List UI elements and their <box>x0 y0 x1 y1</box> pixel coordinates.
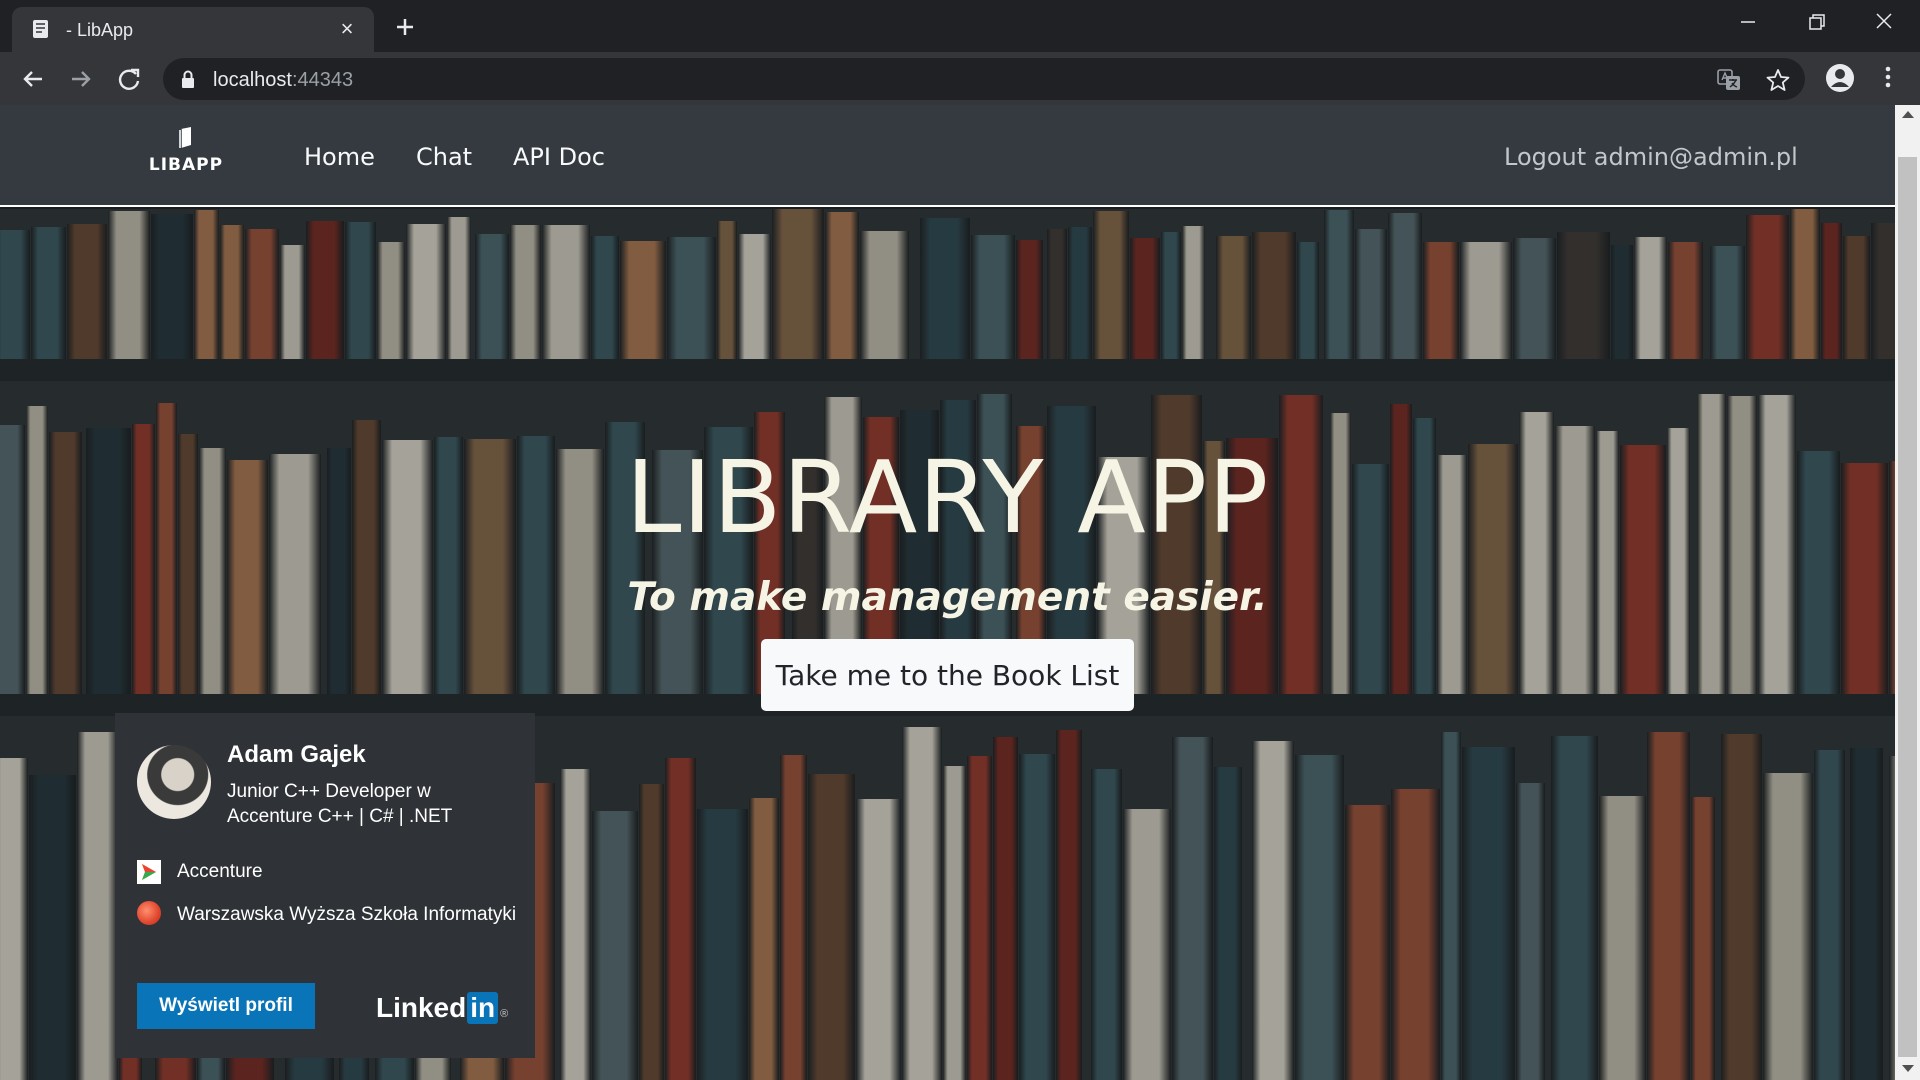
company-logo-icon <box>137 860 161 884</box>
nav-home[interactable]: Home <box>304 143 375 171</box>
book-list-button[interactable]: Take me to the Book List <box>761 639 1134 711</box>
lock-icon <box>182 70 194 88</box>
close-icon[interactable]: × <box>334 16 360 42</box>
profile-company[interactable]: Accenture <box>177 861 263 883</box>
linkedin-logo-text: Linked <box>376 992 467 1023</box>
minimize-icon[interactable] <box>1730 8 1766 36</box>
tab-title: - LibApp <box>66 20 134 40</box>
url-text: localhost:44343 <box>213 69 353 92</box>
linkedin-logo-in: in <box>467 992 499 1024</box>
page-scrollbar[interactable] <box>1895 105 1920 1080</box>
nav-chat[interactable]: Chat <box>416 143 472 171</box>
avatar[interactable] <box>137 745 211 819</box>
profile-school[interactable]: Warszawska Wyższa Szkoła Informatyki <box>137 901 517 928</box>
scroll-down-arrow-icon[interactable] <box>1902 1065 1914 1072</box>
brand-text: LIBAPP <box>148 155 224 175</box>
restore-icon[interactable] <box>1798 8 1834 36</box>
arrow-left-icon[interactable] <box>16 62 50 96</box>
book-icon <box>179 127 191 148</box>
view-profile-button[interactable]: Wyświetl profil <box>137 983 315 1029</box>
kebab-menu-icon[interactable] <box>1876 61 1900 95</box>
window-close-icon[interactable] <box>1866 8 1902 36</box>
nav-api-doc[interactable]: API Doc <box>513 143 605 171</box>
site-navbar: LIBAPP Home Chat API Doc Logout admin@ad… <box>0 105 1895 207</box>
linkedin-logo-reg: ® <box>500 1008 509 1020</box>
linkedin-profile-card: Adam Gajek Junior C++ Developer w Accent… <box>115 713 535 1058</box>
arrow-right-icon[interactable] <box>64 62 98 96</box>
linkedin-logo[interactable]: Linked in ® <box>376 992 509 1024</box>
browser-tab[interactable]: - LibApp × <box>12 7 374 52</box>
translate-icon[interactable] <box>1716 67 1742 93</box>
profile-headline: Junior C++ Developer w Accenture C++ | C… <box>227 781 453 827</box>
scroll-up-arrow-icon[interactable] <box>1902 111 1914 118</box>
reload-icon[interactable] <box>112 62 146 96</box>
browser-tabstrip: - LibApp × <box>0 0 1920 52</box>
hero-title: LIBRARY APP <box>625 439 1270 556</box>
account-circle-icon[interactable] <box>1823 61 1857 95</box>
logout-link[interactable]: Logout admin@admin.pl <box>1504 143 1798 171</box>
address-bar[interactable]: localhost:44343 <box>163 58 1805 100</box>
hero-subtitle: To make management easier. <box>627 575 1268 620</box>
page-viewport: LIBAPP Home Chat API Doc Logout admin@ad… <box>0 105 1895 1080</box>
browser-toolbar: localhost:44343 <box>0 52 1920 105</box>
url-host: localhost <box>213 69 292 91</box>
scroll-thumb[interactable] <box>1898 157 1917 1057</box>
star-icon[interactable] <box>1765 67 1791 93</box>
brand-logo[interactable]: LIBAPP <box>146 127 226 189</box>
url-port: :44343 <box>291 69 354 91</box>
profile-name[interactable]: Adam Gajek <box>227 741 366 769</box>
plus-icon[interactable] <box>390 12 420 42</box>
document-icon <box>33 20 48 38</box>
